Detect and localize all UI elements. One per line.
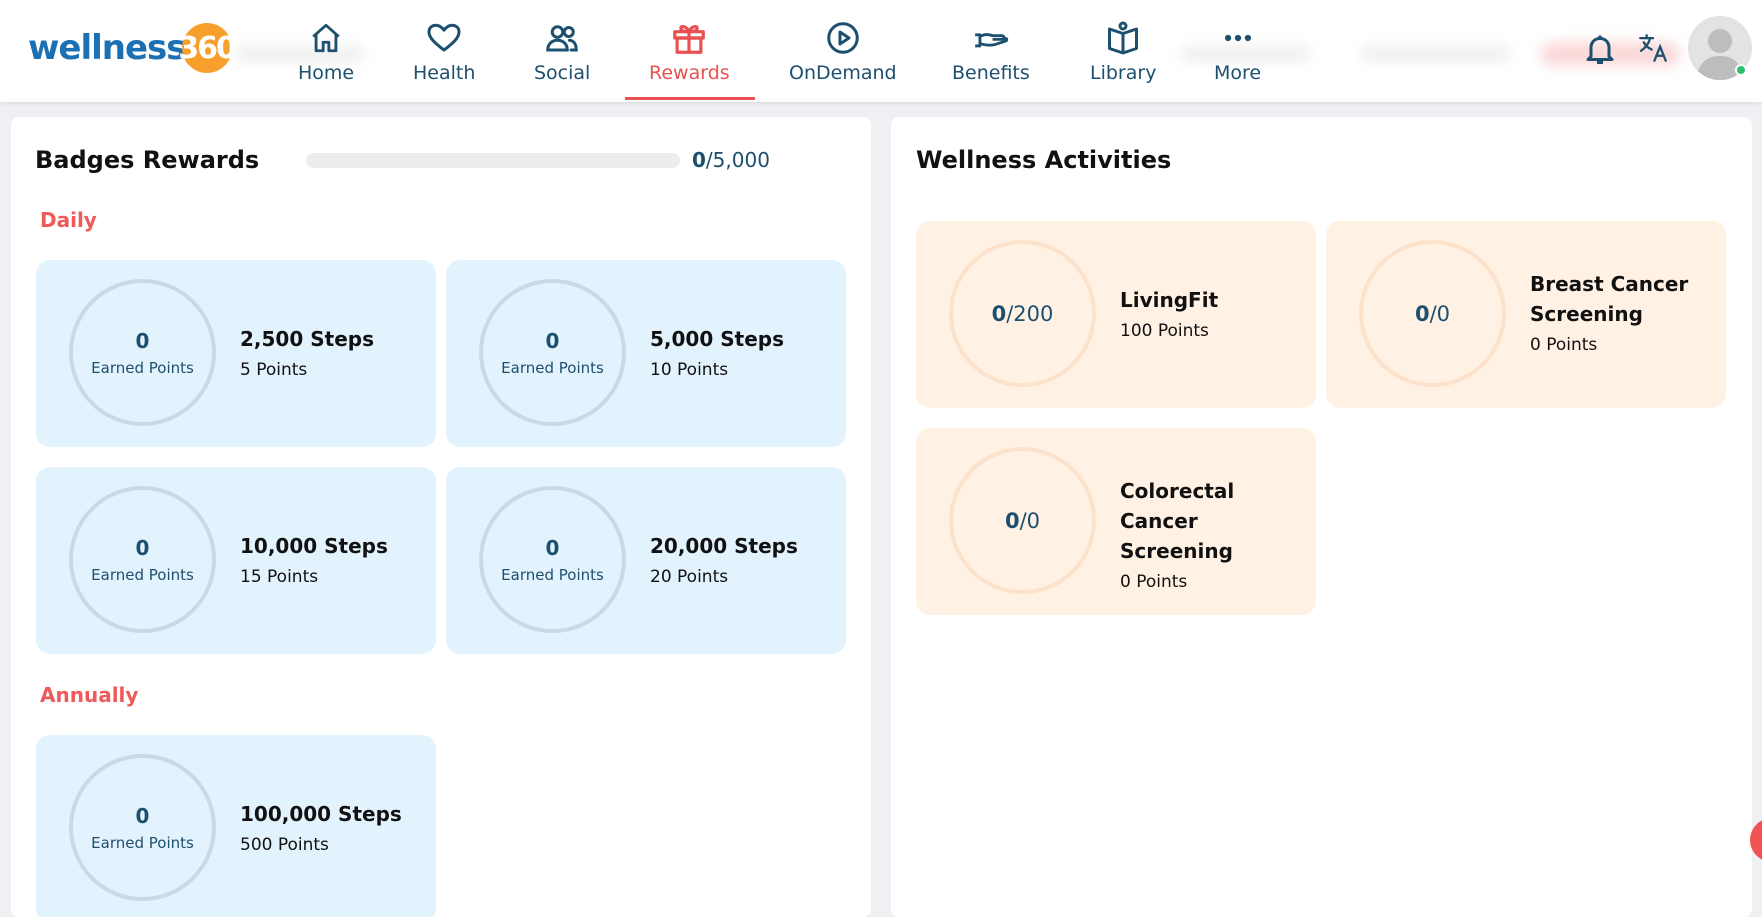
badge-points: 500 Points: [240, 835, 329, 855]
users-icon: [542, 18, 582, 58]
badge-card[interactable]: 0 Earned Points 5,000 Steps 10 Points: [446, 260, 846, 447]
earned-points-label: Earned Points: [501, 565, 604, 584]
nav-home-label: Home: [298, 62, 355, 84]
badge-card[interactable]: 0 Earned Points 100,000 Steps 500 Points: [36, 735, 436, 917]
online-status-dot: [1735, 64, 1747, 76]
activity-points: 0 Points: [1530, 335, 1598, 355]
activity-total: /0: [1429, 301, 1451, 326]
earned-points-ring: 0 Earned Points: [479, 279, 626, 426]
active-tab-underline: [625, 97, 755, 100]
badges-rewards-panel: Badges Rewards 0/5,000 Daily 0 Earned Po…: [11, 117, 871, 917]
activity-progress-ring: 0/200: [949, 240, 1096, 387]
earned-points-value: 0: [545, 328, 560, 353]
points-progress-bar: [306, 153, 680, 168]
earned-points-ring: 0 Earned Points: [69, 754, 216, 901]
translate-icon[interactable]: [1636, 31, 1670, 69]
activity-total: /0: [1019, 508, 1041, 533]
blurred-decoration: [1360, 46, 1510, 62]
section-daily-label: Daily: [40, 208, 97, 232]
activity-points: 100 Points: [1120, 321, 1209, 341]
nav-social[interactable]: Social: [534, 18, 590, 98]
section-annually-label: Annually: [40, 683, 139, 707]
nav-benefits[interactable]: Benefits: [952, 18, 1030, 98]
earned-points-value: 0: [135, 803, 150, 828]
earned-points-ring: 0 Earned Points: [479, 486, 626, 633]
wellness360-logo[interactable]: wellness 360: [28, 22, 237, 74]
earned-points-label: Earned Points: [501, 358, 604, 377]
badge-points: 15 Points: [240, 567, 319, 587]
activity-current: 0: [1004, 508, 1020, 533]
bell-icon[interactable]: [1582, 31, 1618, 71]
activity-title: Breast Cancer Screening: [1530, 272, 1689, 326]
activity-title: LivingFit: [1120, 288, 1219, 312]
badges-rewards-title: Badges Rewards: [35, 146, 260, 174]
nav-more-label: More: [1214, 62, 1262, 84]
home-icon: [306, 18, 346, 58]
activity-current: 0: [991, 301, 1007, 326]
earned-points-ring: 0 Earned Points: [69, 279, 216, 426]
activity-card[interactable]: 0/0 Colorectal Cancer Screening 0 Points: [916, 428, 1316, 615]
badge-card[interactable]: 0 Earned Points 10,000 Steps 15 Points: [36, 467, 436, 654]
nav-library-label: Library: [1090, 62, 1157, 84]
activity-progress-text: 0/0: [1415, 302, 1450, 326]
nav-home[interactable]: Home: [298, 18, 354, 98]
points-progress-text: 0/5,000: [692, 148, 770, 172]
earned-points-value: 0: [135, 535, 150, 560]
nav-ondemand[interactable]: OnDemand: [789, 18, 897, 98]
earned-points-label: Earned Points: [91, 565, 194, 584]
book-icon: [1103, 18, 1143, 58]
gift-icon: [669, 18, 709, 58]
nav-rewards-label: Rewards: [649, 62, 730, 84]
nav-ondemand-label: OnDemand: [789, 62, 897, 84]
badge-card[interactable]: 0 Earned Points 2,500 Steps 5 Points: [36, 260, 436, 447]
hand-icon: [971, 18, 1011, 58]
earned-points-value: 0: [135, 328, 150, 353]
activity-title: Colorectal Cancer Screening: [1120, 479, 1235, 563]
badge-points: 20 Points: [650, 567, 729, 587]
earned-points-label: Earned Points: [91, 833, 194, 852]
activity-progress-ring: 0/0: [1359, 240, 1506, 387]
nav-health[interactable]: Health: [413, 18, 475, 98]
nav-benefits-label: Benefits: [952, 62, 1030, 84]
activity-progress-text: 0/200: [992, 302, 1054, 326]
activity-card[interactable]: 0/200 LivingFit 100 Points: [916, 221, 1316, 408]
logo-word: wellness: [28, 28, 187, 68]
badge-title: 20,000 Steps: [650, 534, 798, 558]
play-circle-icon: [823, 18, 863, 58]
activity-current: 0: [1414, 301, 1430, 326]
earned-points-ring: 0 Earned Points: [69, 486, 216, 633]
more-dots-icon: [1218, 18, 1258, 58]
activity-points: 0 Points: [1120, 572, 1188, 592]
badge-title: 5,000 Steps: [650, 327, 784, 351]
points-current: 0: [692, 148, 706, 172]
activity-progress-text: 0/0: [1005, 509, 1040, 533]
top-navigation-bar: wellness 360 Home Health Social Rewards: [0, 0, 1762, 102]
activity-progress-ring: 0/0: [949, 447, 1096, 594]
earned-points-label: Earned Points: [91, 358, 194, 377]
earned-points-value: 0: [545, 535, 560, 560]
logo-badge: 360: [178, 23, 237, 73]
nav-social-label: Social: [534, 62, 591, 84]
badge-card[interactable]: 0 Earned Points 20,000 Steps 20 Points: [446, 467, 846, 654]
activity-card[interactable]: 0/0 Breast Cancer Screening 0 Points: [1326, 221, 1726, 408]
badge-points: 5 Points: [240, 360, 308, 380]
activity-total: /200: [1006, 301, 1054, 326]
badge-title: 10,000 Steps: [240, 534, 388, 558]
points-total: /5,000: [705, 148, 770, 172]
nav-rewards[interactable]: Rewards: [649, 18, 730, 98]
heart-icon: [424, 18, 464, 58]
wellness-activities-title: Wellness Activities: [916, 146, 1172, 174]
nav-health-label: Health: [413, 62, 476, 84]
nav-more[interactable]: More: [1214, 18, 1261, 98]
badge-points: 10 Points: [650, 360, 729, 380]
nav-library[interactable]: Library: [1090, 18, 1156, 98]
wellness-activities-panel: Wellness Activities 0/200 LivingFit 100 …: [891, 117, 1752, 917]
badge-title: 2,500 Steps: [240, 327, 374, 351]
badge-title: 100,000 Steps: [240, 802, 402, 826]
